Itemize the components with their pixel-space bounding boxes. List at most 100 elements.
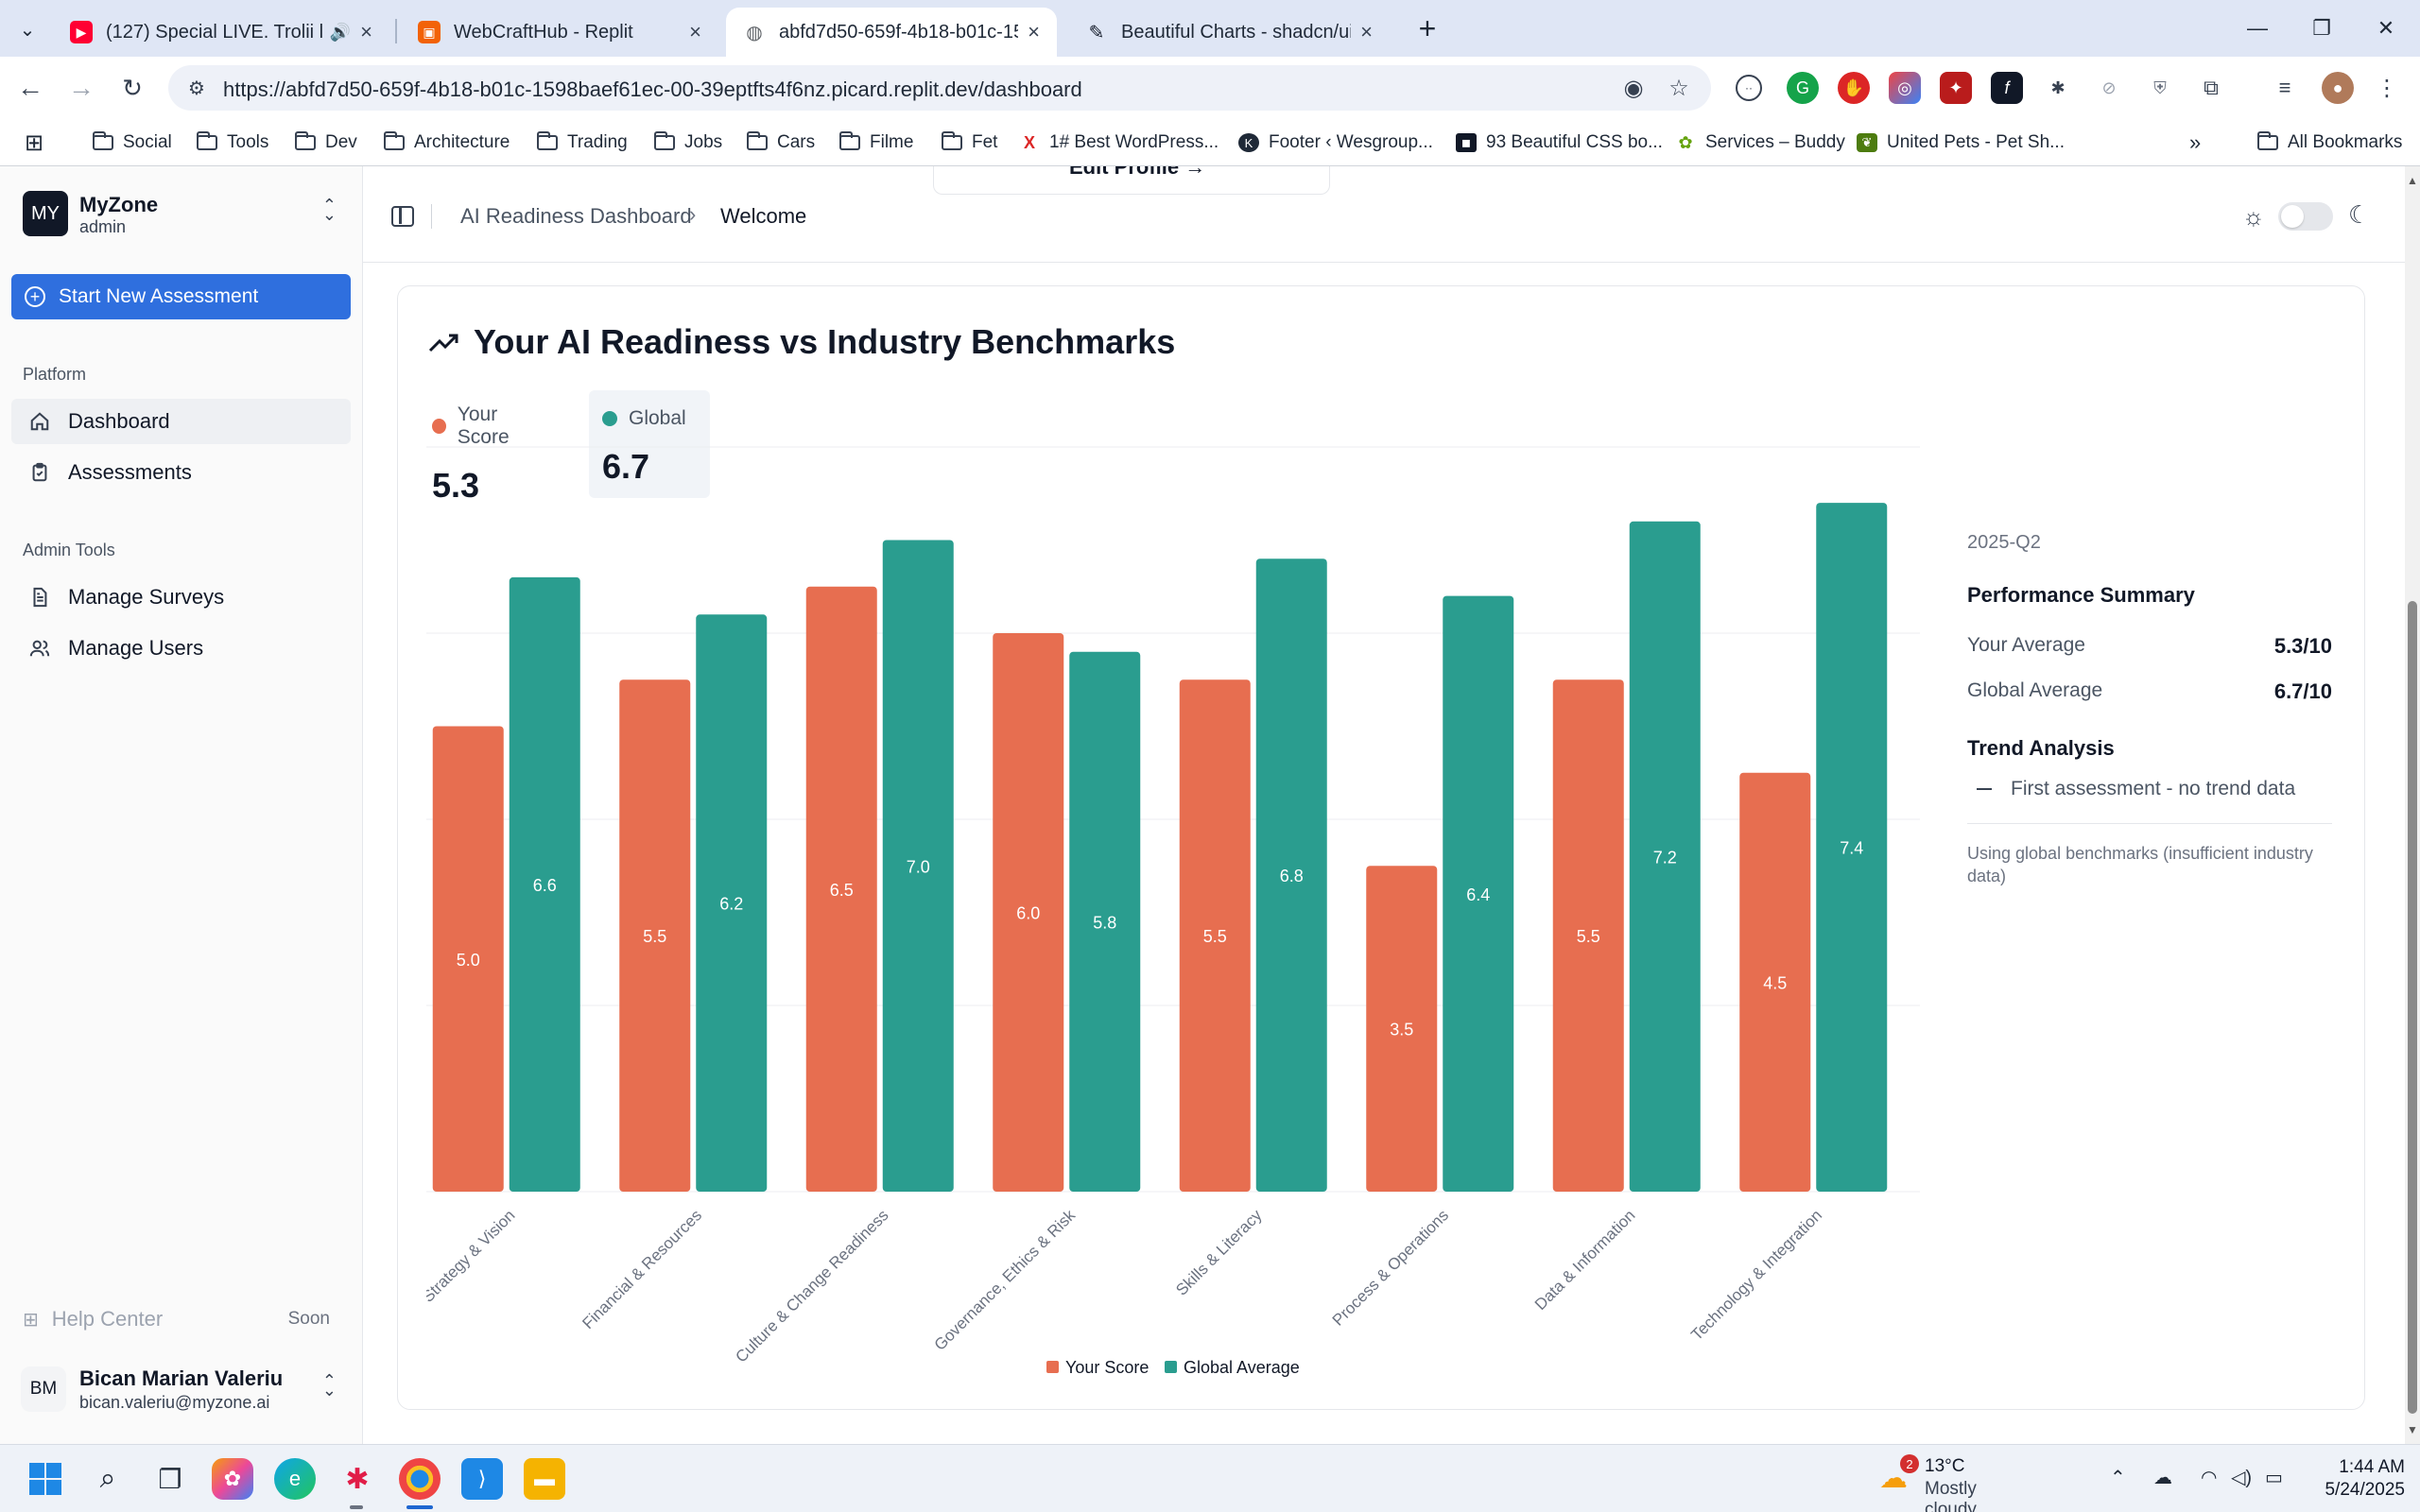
restore-icon[interactable]: ❐ bbox=[2293, 8, 2350, 49]
minimize-icon[interactable]: — bbox=[2229, 8, 2286, 49]
browser-tab-dashboard[interactable]: ◍ abfd7d50-659f-4b18-b01c-159 × bbox=[726, 8, 1057, 57]
edit-profile-button[interactable]: Edit Profile → bbox=[933, 166, 1330, 195]
bookmark-folder-dev[interactable]: Dev bbox=[294, 129, 357, 157]
sidebar-item-manage-users[interactable]: Manage Users bbox=[11, 626, 351, 671]
extension-circle-icon[interactable]: ·· bbox=[1736, 75, 1762, 101]
bookmark-folder-fet[interactable]: Fet bbox=[941, 129, 997, 157]
close-window-icon[interactable]: ✕ bbox=[2358, 8, 2414, 49]
profile-avatar-icon[interactable]: ● bbox=[2322, 72, 2354, 104]
x-brand-icon: X bbox=[1023, 132, 1035, 152]
bar-value-label: 6.0 bbox=[1016, 904, 1040, 923]
puzzle-icon[interactable]: ⧉ bbox=[2195, 72, 2227, 104]
bookmark-star-icon[interactable]: ☆ bbox=[1664, 73, 1694, 103]
folder-icon bbox=[653, 131, 675, 152]
back-icon[interactable]: ← bbox=[11, 69, 49, 107]
bookmark-folder-trading[interactable]: Trading bbox=[536, 129, 628, 157]
onedrive-cloud-icon[interactable]: ☁ bbox=[2153, 1466, 2172, 1489]
chrome-icon[interactable] bbox=[399, 1458, 441, 1500]
sidebar-item-assessments[interactable]: Assessments bbox=[11, 450, 351, 495]
team-switcher[interactable]: MY MyZone admin ⌃ ⌄ bbox=[11, 187, 352, 246]
scroll-up-arrow-icon[interactable]: ▲ bbox=[2407, 174, 2418, 187]
summary-value: 6.7/10 bbox=[2273, 679, 2332, 703]
speaker-icon[interactable]: 🔊 bbox=[330, 23, 351, 43]
bookmark-folder-filme[interactable]: Filme bbox=[838, 129, 913, 157]
breadcrumb-parent-link[interactable]: AI Readiness Dashboard bbox=[460, 204, 692, 229]
sidebar-toggle-icon[interactable] bbox=[391, 206, 414, 227]
sidebar-item-dashboard[interactable]: Dashboard bbox=[11, 399, 351, 444]
file-explorer-icon[interactable]: ▬ bbox=[524, 1458, 565, 1500]
volume-icon[interactable]: ◁) bbox=[2231, 1466, 2252, 1489]
shield-icon[interactable]: ⛨ bbox=[2144, 72, 2176, 104]
taskbar-clock[interactable]: 1:44 AM 5/24/2025 bbox=[2325, 1456, 2405, 1502]
page-scrollbar[interactable]: ▲ ▼ bbox=[2405, 166, 2420, 1444]
reload-icon[interactable]: ↻ bbox=[113, 69, 151, 107]
address-bar[interactable]: ⚙ https://abfd7d50-659f-4b18-b01c-1598ba… bbox=[168, 65, 1711, 111]
bookmark-css-buttons[interactable]: ◼ 93 Beautiful CSS bo... bbox=[1456, 129, 1663, 157]
bookmark-folder-jobs[interactable]: Jobs bbox=[653, 129, 722, 157]
help-center-label: Help Center bbox=[51, 1307, 164, 1331]
bookmark-folder-architecture[interactable]: Architecture bbox=[383, 129, 510, 157]
vscode-icon[interactable]: ⟩ bbox=[461, 1458, 503, 1500]
grammarly-icon[interactable]: G bbox=[1787, 72, 1819, 104]
chevron-up-icon[interactable]: ⌃ bbox=[2110, 1466, 2126, 1489]
new-tab-button[interactable]: + bbox=[1409, 9, 1446, 47]
wifi-icon[interactable]: ◠ bbox=[2201, 1466, 2217, 1489]
bookmark-services-buddy[interactable]: ✿ Services – Buddy bbox=[1675, 129, 1844, 157]
x-axis-tick-label: Strategy & Vision bbox=[426, 1206, 519, 1305]
legend-series-name: Your Score bbox=[1065, 1358, 1149, 1377]
bookmark-united-pets[interactable]: ❦ United Pets - Pet Sh... bbox=[1857, 129, 2065, 157]
bookmarks-overflow-icon[interactable]: » bbox=[2189, 129, 2201, 157]
tab-search-chevron-icon[interactable]: ⌄ bbox=[11, 13, 43, 45]
bookmark-best-wordpress[interactable]: X 1# Best WordPress... bbox=[1019, 129, 1219, 157]
apps-grid-icon[interactable]: ⊞ bbox=[25, 129, 43, 157]
bug-icon[interactable]: ✱ bbox=[2042, 72, 2074, 104]
running-indicator bbox=[350, 1505, 363, 1509]
scroll-down-arrow-icon[interactable]: ▼ bbox=[2407, 1423, 2418, 1436]
home-icon bbox=[28, 410, 51, 433]
color-picker-icon[interactable]: ◎ bbox=[1889, 72, 1921, 104]
bar-value-label: 7.4 bbox=[1840, 839, 1863, 858]
kebab-menu-icon[interactable]: ⋮ bbox=[2371, 72, 2403, 104]
screenshot-ext-icon[interactable]: ✦ bbox=[1940, 72, 1972, 104]
start-new-assessment-button[interactable]: + Start New Assessment bbox=[11, 274, 351, 319]
browser-tab-shadcn[interactable]: ✎ Beautiful Charts - shadcn/ui × bbox=[1068, 8, 1390, 57]
bookmark-folder-tools[interactable]: Tools bbox=[196, 129, 268, 157]
task-view-icon[interactable]: ❐ bbox=[149, 1458, 191, 1500]
bookmarks-bar: ⊞ Social Tools Dev Architecture Trading … bbox=[0, 119, 2420, 166]
windows-start-icon[interactable] bbox=[25, 1458, 66, 1500]
close-tab-icon[interactable]: × bbox=[1028, 20, 1040, 44]
media-queue-icon[interactable]: ≡ bbox=[2269, 72, 2301, 104]
scroll-thumb[interactable] bbox=[2408, 601, 2417, 1414]
compass-icon[interactable]: ⊘ bbox=[2093, 72, 2125, 104]
font-ext-icon[interactable]: f bbox=[1991, 72, 2023, 104]
forward-icon[interactable]: → bbox=[62, 69, 100, 107]
x-axis-tick-label: Governance, Ethics & Risk bbox=[931, 1206, 1080, 1354]
search-icon[interactable]: ⌕ bbox=[87, 1458, 129, 1500]
bookmark-folder-social[interactable]: Social bbox=[92, 129, 172, 157]
theme-toggle-switch[interactable] bbox=[2278, 202, 2333, 231]
close-tab-icon[interactable]: × bbox=[1360, 20, 1373, 44]
bookmark-folder-cars[interactable]: Cars bbox=[746, 129, 815, 157]
active-app-indicator bbox=[406, 1505, 433, 1509]
benchmark-bar-chart: 5.0 6.6 Strategy & Vision 5.5 6.2 Financial &… bbox=[426, 446, 1920, 1377]
eye-icon[interactable]: ◉ bbox=[1618, 73, 1649, 103]
edge-icon[interactable]: e bbox=[274, 1458, 316, 1500]
close-tab-icon[interactable]: × bbox=[689, 20, 701, 44]
all-bookmarks-folder[interactable]: All Bookmarks bbox=[2256, 129, 2402, 157]
user-menu[interactable]: BM Bican Marian Valeriu bican.valeriu@my… bbox=[11, 1359, 352, 1425]
x-axis-tick-label: Technology & Integration bbox=[1687, 1206, 1825, 1344]
browser-tab-youtube[interactable]: ▶ (127) Special LIVE. Trolii lui I 🔊 × bbox=[53, 8, 389, 57]
sidebar-item-manage-surveys[interactable]: Manage Surveys bbox=[11, 575, 351, 620]
clipboard-check-icon bbox=[28, 461, 51, 484]
trend-analysis-row: First assessment - no trend data bbox=[1967, 778, 2295, 800]
battery-icon[interactable]: ▭ bbox=[2265, 1466, 2283, 1489]
bookmark-footer-wesgroup[interactable]: K Footer ‹ Wesgroup... bbox=[1238, 129, 1433, 157]
weather-widget[interactable]: ☁ 2 13°C Mostly cloudy bbox=[1879, 1454, 2031, 1512]
slack-icon[interactable]: ✱ bbox=[337, 1458, 378, 1500]
copilot-icon[interactable]: ✿ bbox=[212, 1458, 253, 1500]
close-tab-icon[interactable]: × bbox=[360, 20, 372, 44]
url-text[interactable]: https://abfd7d50-659f-4b18-b01c-1598baef… bbox=[223, 77, 1082, 102]
site-settings-icon[interactable]: ⚙ bbox=[182, 73, 212, 103]
adblock-icon[interactable]: ✋ bbox=[1838, 72, 1870, 104]
browser-tab-replit[interactable]: ▣ WebCraftHub - Replit × bbox=[401, 8, 718, 57]
